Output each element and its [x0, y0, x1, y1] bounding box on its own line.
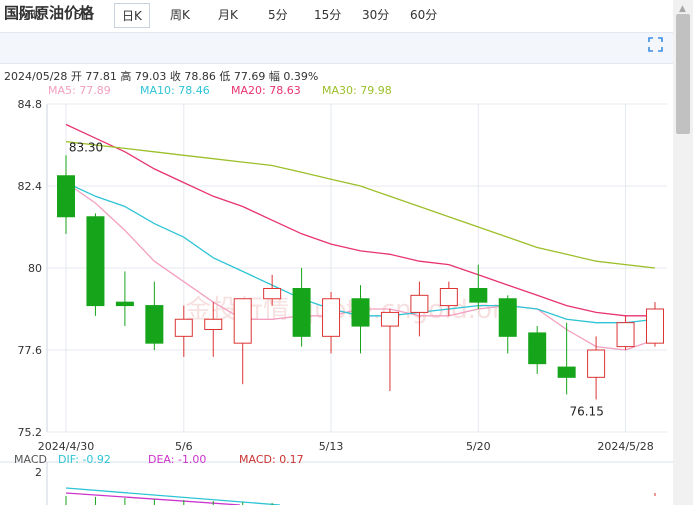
- candle-body: [410, 294, 429, 313]
- macd-dea: DEA: -1.00: [148, 453, 207, 466]
- ma5-legend: MA5: 77.89: [48, 84, 111, 97]
- annotation-label: 83.30: [69, 140, 103, 154]
- tab-intraday[interactable]: 分时: [18, 6, 42, 23]
- macd-y-tick: 2: [35, 466, 42, 479]
- info-low-label: 低: [219, 70, 231, 83]
- y-tick-label: 77.6: [18, 344, 43, 357]
- tab-15min[interactable]: 15分: [314, 6, 341, 23]
- macd-dif-line: [65, 487, 281, 505]
- macd-label: MACD: [239, 453, 272, 466]
- candle-body: [351, 298, 370, 327]
- candle-body: [57, 175, 75, 218]
- ma10-value: 78.46: [178, 84, 210, 97]
- tab-weekly-k[interactable]: 周K: [170, 6, 190, 23]
- candle-body: [587, 349, 606, 378]
- info-low: 77.69: [233, 70, 266, 83]
- series-line-ma30: [65, 140, 656, 269]
- candle-body: [115, 301, 134, 307]
- tab-5min[interactable]: 5分: [268, 6, 288, 23]
- fullscreen-icon[interactable]: [648, 37, 663, 52]
- candle-body: [204, 318, 223, 330]
- period-tabs: [0, 32, 673, 64]
- ma20-value: 78.63: [269, 84, 301, 97]
- scrollbar-thumb[interactable]: [676, 14, 690, 134]
- x-tick-label: 5/20: [466, 440, 491, 453]
- ma20-legend: MA20: 78.63: [231, 84, 301, 97]
- dea-value: -1.00: [177, 453, 207, 466]
- macd-dif: DIF: -0.92: [58, 453, 111, 466]
- ma30-legend: MA30: 79.98: [322, 84, 392, 97]
- candle-body: [322, 298, 341, 337]
- ma5-value: 77.89: [79, 84, 111, 97]
- info-amp: 0.39%: [283, 70, 319, 83]
- macd-value: 0.17: [279, 453, 304, 466]
- series-line-ma10: [65, 182, 656, 324]
- macd-dea-line: [65, 492, 241, 505]
- x-tick-label: 5/6: [175, 440, 193, 453]
- candle-body: [439, 288, 458, 307]
- tab-30min[interactable]: 30分: [362, 6, 389, 23]
- candle-body: [498, 298, 517, 337]
- ma5-name: MA5: [48, 84, 73, 97]
- y-tick-label: 75.2: [18, 426, 43, 439]
- y-tick-label: 80: [28, 262, 42, 275]
- info-amp-label: 幅: [268, 70, 280, 83]
- candle-body: [233, 298, 252, 344]
- watermark: 金投行情 quote.cngold.org: [185, 295, 518, 325]
- ma10-name: MA10: [140, 84, 172, 97]
- annotation-label: 76.15: [569, 405, 603, 419]
- candle-body: [292, 288, 311, 337]
- info-high-label: 高: [120, 70, 132, 83]
- ma20-name: MA20: [231, 84, 263, 97]
- x-tick-label: 5/13: [319, 440, 344, 453]
- x-tick-label: 2024/5/28: [597, 440, 653, 453]
- candle-body: [469, 288, 488, 303]
- candle-body: [646, 308, 664, 344]
- x-tick-label: 2024/4/30: [38, 440, 94, 453]
- candle-body: [145, 305, 164, 344]
- dif-label: DIF: [58, 453, 76, 466]
- candle-body: [528, 332, 547, 365]
- candle-body: [174, 318, 193, 337]
- candle-body: [86, 216, 105, 307]
- ma30-value: 79.98: [360, 84, 392, 97]
- ma10-legend: MA10: 78.46: [140, 84, 210, 97]
- ma30-name: MA30: [322, 84, 354, 97]
- info-close-label: 收: [169, 70, 181, 83]
- y-tick-label: 82.4: [18, 180, 43, 193]
- info-high: 79.03: [134, 70, 167, 83]
- series-line-ma5: [65, 182, 656, 351]
- ohlc-info: 2024/05/28 开 77.81 高 79.03 收 78.86 低 77.…: [4, 68, 318, 84]
- tab-daily-k[interactable]: 日K: [114, 3, 150, 28]
- tab-monthly-k[interactable]: 月K: [218, 6, 238, 23]
- info-date: 2024/05/28: [4, 70, 68, 83]
- tab-60min[interactable]: 60分: [410, 6, 437, 23]
- info-open-label: 开: [70, 70, 82, 83]
- scroll-up-icon[interactable]: ▲: [679, 4, 686, 14]
- candle-body: [263, 288, 282, 300]
- tab-5day[interactable]: 5日: [74, 6, 94, 23]
- series-line-ma20: [65, 123, 655, 317]
- info-open: 77.81: [85, 70, 117, 83]
- dif-value: -0.92: [82, 453, 111, 466]
- macd-title: MACD: [14, 453, 47, 466]
- candle-body: [616, 322, 635, 348]
- info-close: 78.86: [184, 70, 216, 83]
- candle-body: [557, 366, 576, 378]
- macd-value-row: MACD: 0.17: [239, 453, 304, 466]
- y-tick-label: 84.8: [18, 98, 43, 111]
- dea-label: DEA: [148, 453, 171, 466]
- candle-body: [380, 311, 399, 327]
